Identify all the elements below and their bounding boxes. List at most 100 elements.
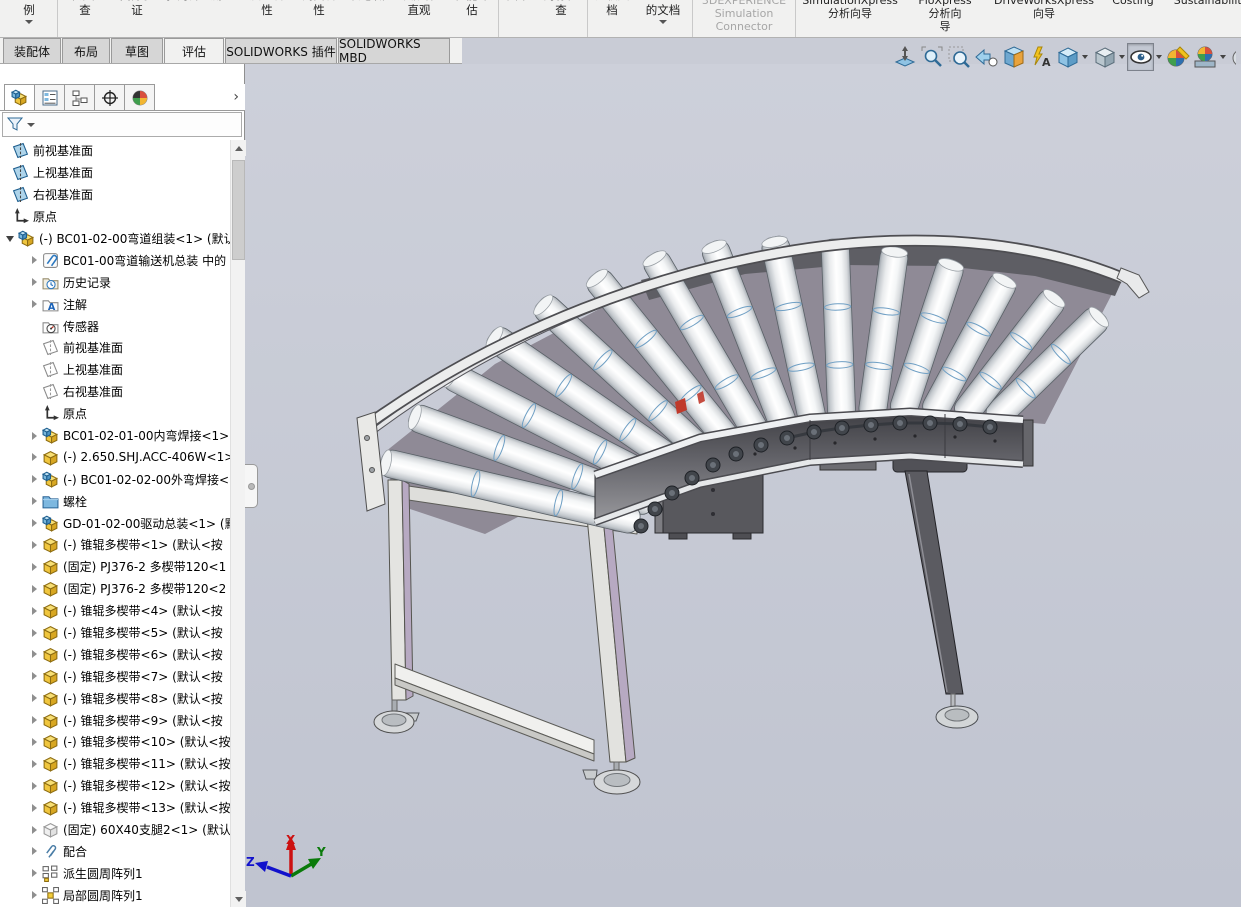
expand-caret[interactable] xyxy=(26,471,42,487)
tab-dimxpertmanager[interactable] xyxy=(94,84,125,110)
tree-item[interactable]: (-) 锥辊多楔带<13> (默认<按 xyxy=(0,797,230,819)
expand-caret[interactable] xyxy=(26,646,42,662)
tab-solidworks-mbd[interactable]: SOLIDWORKS MBD xyxy=(338,38,450,63)
ribbon-button-exploded-view[interactable]: 例 xyxy=(2,0,56,38)
tab-solidworks-add-ins[interactable]: SOLIDWORKS 插件 xyxy=(225,38,337,63)
ribbon-button-simulationxpress-wizard[interactable]: SimulationXpress分析向导 xyxy=(797,0,903,38)
tab-featuremanager-tree[interactable] xyxy=(4,84,35,110)
scroll-down-arrow[interactable] xyxy=(231,891,246,907)
ribbon-button-hole-alignment[interactable]: 孔对齐 xyxy=(163,0,203,38)
tree-item[interactable]: (-) 锥辊多楔带<12> (默认<按 xyxy=(0,775,230,797)
tree-item[interactable]: (-) 锥辊多楔带<8> (默认<按 xyxy=(0,687,230,709)
expand-caret[interactable] xyxy=(26,537,42,553)
tree-item[interactable]: BC01-02-01-00内弯焊接<1> xyxy=(0,425,230,447)
hide-show-items-icon[interactable] xyxy=(1127,43,1154,71)
tree-item[interactable]: (-) BC01-02-02-00外弯焊接< xyxy=(0,468,230,490)
ribbon-button-mass-properties[interactable]: 质量属性 xyxy=(241,0,293,38)
ribbon-button-curvature[interactable]: 曲率 xyxy=(500,0,536,38)
expand-caret[interactable] xyxy=(26,603,42,619)
panel-splitter-handle[interactable] xyxy=(245,464,258,508)
ribbon-button-performance-evaluation[interactable]: 性能评估 xyxy=(447,0,497,38)
tree-item[interactable]: (-) 锥辊多楔带<1> (默认<按 xyxy=(0,534,230,556)
expand-caret[interactable] xyxy=(26,865,42,881)
apply-scene-icon[interactable] xyxy=(1191,43,1218,71)
dropdown-caret-icon[interactable] xyxy=(659,20,667,24)
tree-item[interactable]: (-) 锥辊多楔带<11> (默认<按 xyxy=(0,753,230,775)
tree-item[interactable]: GD-01-02-00驱动总装<1> (默 xyxy=(0,512,230,534)
expand-caret[interactable] xyxy=(26,800,42,816)
ribbon-button-sensor[interactable]: 传感器 xyxy=(345,0,391,38)
scrollbar-thumb[interactable] xyxy=(232,160,245,260)
expand-caret[interactable] xyxy=(26,822,42,838)
ribbon-button-interference-detection[interactable]: 干涉检查 xyxy=(59,0,111,38)
tree-item[interactable]: (-) 锥辊多楔带<4> (默认<按 xyxy=(0,600,230,622)
expand-caret[interactable] xyxy=(26,515,42,531)
ribbon-button-driveworksxpress-wizard[interactable]: DriveWorksXpress向导 xyxy=(987,0,1101,38)
tree-item[interactable]: 原点 xyxy=(0,206,230,228)
tab-layout[interactable]: 布局 xyxy=(62,38,110,63)
tree-item[interactable]: (-) BC01-02-00弯道组装<1> (默认 xyxy=(0,228,230,250)
tree-item[interactable]: 右视基准面 xyxy=(0,184,230,206)
tree-item[interactable]: (-) 锥辊多楔带<5> (默认<按 xyxy=(0,622,230,644)
tree-item[interactable]: BC01-00弯道输送机总装 中的 xyxy=(0,249,230,271)
expand-caret[interactable] xyxy=(26,274,42,290)
ribbon-button-costing[interactable]: Costing xyxy=(1101,0,1165,38)
tree-item[interactable]: 上视基准面 xyxy=(0,162,230,184)
tree-item[interactable]: 派生圆周阵列1 xyxy=(0,862,230,884)
expand-caret[interactable] xyxy=(26,449,42,465)
edit-appearance-icon[interactable] xyxy=(1164,43,1191,71)
display-style-caret[interactable] xyxy=(1117,43,1127,71)
tree-item[interactable]: (-) 锥辊多楔带<6> (默认<按 xyxy=(0,643,230,665)
section-view-icon[interactable] xyxy=(999,43,1026,71)
previous-view-icon[interactable] xyxy=(972,43,999,71)
tab-displaymanager[interactable] xyxy=(124,84,155,110)
expand-caret[interactable] xyxy=(26,296,42,312)
tree-item[interactable]: (-) 锥辊多楔带<7> (默认<按 xyxy=(0,665,230,687)
tree-filter-box[interactable] xyxy=(2,112,242,137)
view-orientation-caret[interactable] xyxy=(1080,43,1090,71)
tree-item[interactable]: 局部圆周阵列1 xyxy=(0,884,230,906)
tree-item[interactable]: (固定) PJ376-2 多楔带120<2 xyxy=(0,578,230,600)
expand-caret[interactable] xyxy=(26,756,42,772)
expand-caret[interactable] xyxy=(26,843,42,859)
ribbon-button-section-properties[interactable]: 剖面属性 xyxy=(293,0,345,38)
tree-item[interactable]: 原点 xyxy=(0,403,230,425)
ribbon-button-clearance-verification[interactable]: 间隙验证 xyxy=(111,0,163,38)
zoom-to-area-icon[interactable] xyxy=(918,43,945,71)
tab-evaluate[interactable]: 评估 xyxy=(164,38,224,63)
apply-scene-caret[interactable] xyxy=(1218,43,1228,71)
panel-expand-chevron-icon[interactable]: › xyxy=(233,89,239,105)
expand-caret[interactable] xyxy=(26,712,42,728)
graphics-area[interactable]: X Y Z xyxy=(245,64,1241,907)
tab-sketch[interactable]: 草图 xyxy=(111,38,163,63)
tab-assembly[interactable]: 装配体 xyxy=(3,38,61,63)
view-settings-icon[interactable] xyxy=(1228,43,1236,71)
expand-caret[interactable] xyxy=(26,668,42,684)
ribbon-button-compare-documents[interactable]: 比较文档 xyxy=(589,0,635,38)
tree-item[interactable]: (固定) PJ376-2 多楔带120<1 xyxy=(0,556,230,578)
zoom-to-fit-icon[interactable] xyxy=(891,43,918,71)
tree-item[interactable]: (-) 锥辊多楔带<10> (默认<按 xyxy=(0,731,230,753)
tab-propertymanager[interactable] xyxy=(34,84,65,110)
expand-caret[interactable] xyxy=(26,778,42,794)
expand-caret[interactable] xyxy=(26,559,42,575)
expand-caret[interactable] xyxy=(26,428,42,444)
tree-item[interactable]: 右视基准面 xyxy=(0,381,230,403)
tree-item[interactable]: 螺栓 xyxy=(0,490,230,512)
expand-caret[interactable] xyxy=(26,252,42,268)
tree-item[interactable]: 前视基准面 xyxy=(0,140,230,162)
tree-item[interactable]: 配合 xyxy=(0,841,230,863)
hide-show-items-caret[interactable] xyxy=(1154,43,1164,71)
scroll-up-arrow[interactable] xyxy=(231,140,246,156)
expand-caret[interactable] xyxy=(26,625,42,641)
tree-item[interactable]: (-) 2.650.SHJ.ACC-406W<1> xyxy=(0,446,230,468)
view-orientation-icon[interactable] xyxy=(1053,43,1080,71)
expand-caret[interactable] xyxy=(2,231,18,247)
filter-caret-icon[interactable] xyxy=(27,123,35,127)
tree-item[interactable]: (-) 锥辊多楔带<9> (默认<按 xyxy=(0,709,230,731)
expand-caret[interactable] xyxy=(26,581,42,597)
expand-caret[interactable] xyxy=(26,493,42,509)
ribbon-button-symmetry-check[interactable]: 对称检查 xyxy=(536,0,586,38)
tree-item[interactable]: 前视基准面 xyxy=(0,337,230,359)
display-style-icon[interactable] xyxy=(1090,43,1117,71)
